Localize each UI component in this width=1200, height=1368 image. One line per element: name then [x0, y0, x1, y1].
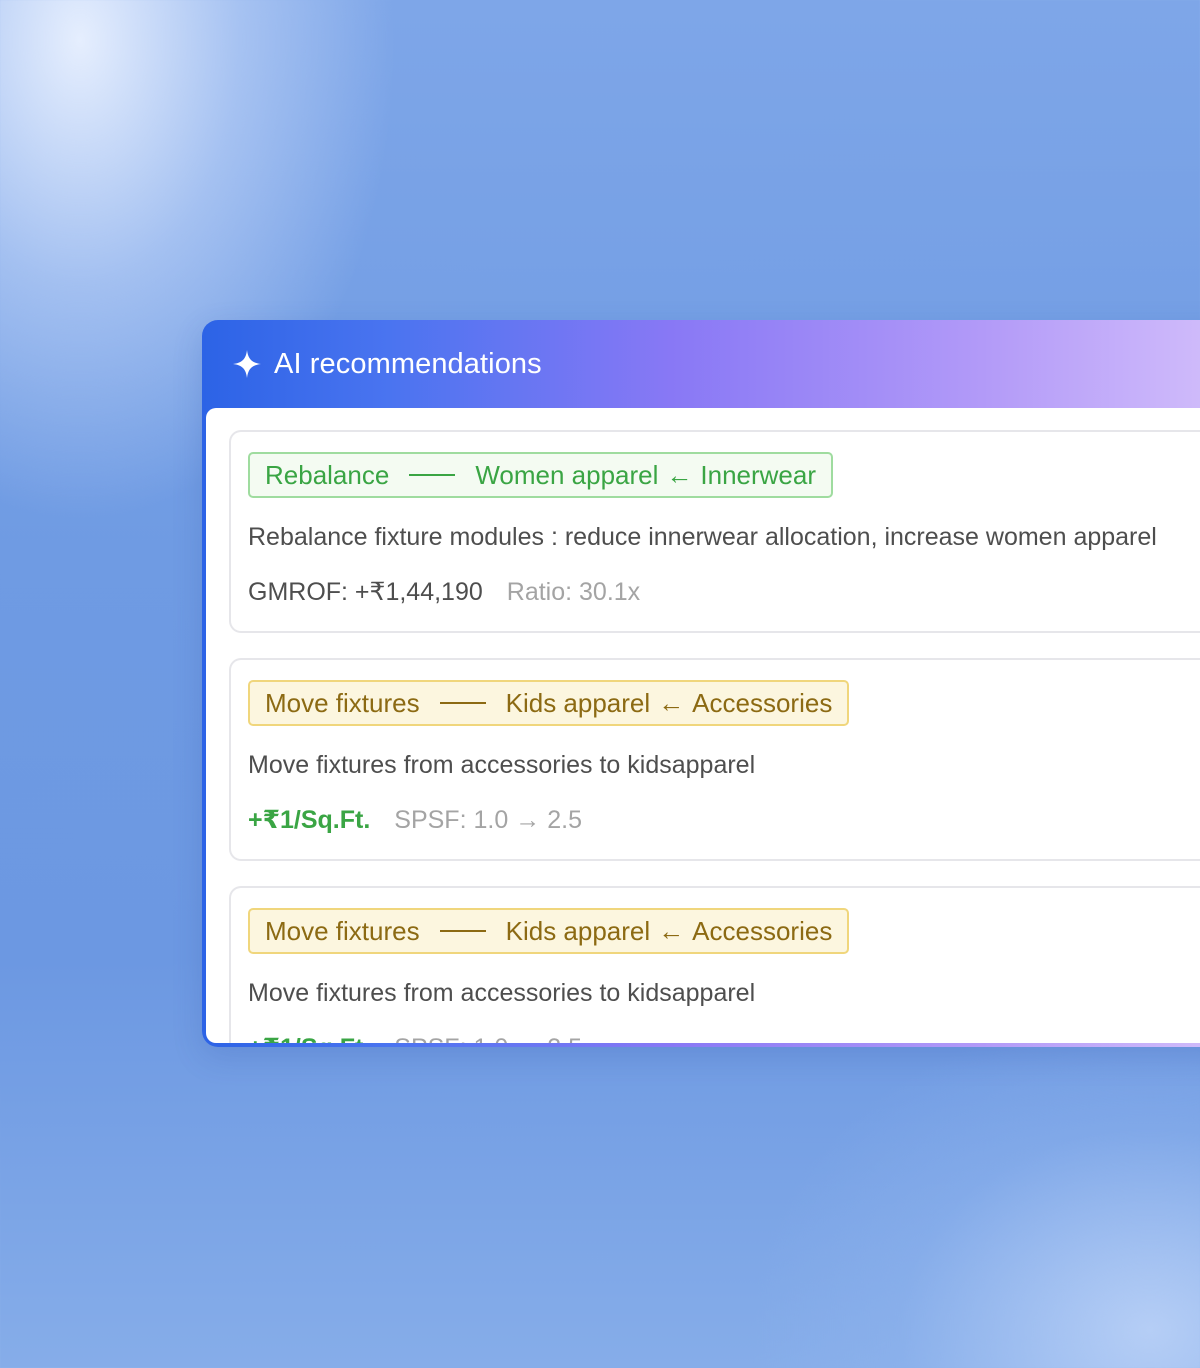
metric-spsf: SPSF: 1.0 → 2.5 [394, 1034, 582, 1043]
tag-action: Rebalance [265, 459, 390, 490]
metric-ratio: Ratio: 30.1x [506, 578, 641, 606]
tag-target: Kids apparel [505, 915, 651, 946]
recommendation-description: Rebalance fixture modules : reduce inner… [248, 523, 1157, 551]
tag-target: Kids apparel [505, 687, 651, 718]
arrow-right-icon: → [515, 1034, 540, 1043]
arrow-right-icon: → [515, 806, 541, 834]
sparkle-icon [233, 350, 261, 378]
recommendations-list[interactable]: Rebalance Women apparel ← Innerwear Reba… [206, 408, 1200, 1043]
arrow-left-icon: ← [658, 687, 685, 718]
recommendation-metrics: GMROF: +₹1,44,190 Ratio: 30.1x [248, 577, 640, 607]
metric-per-sqft: +₹1/Sq.Ft. [248, 1033, 370, 1043]
tag-action: Move fixtures [265, 687, 420, 718]
tag-divider [409, 474, 456, 476]
recommendation-card[interactable]: Move fixtures Kids apparel ← Accessories… [229, 658, 1200, 861]
recommendation-card[interactable]: Move fixtures Kids apparel ← Accessories… [229, 886, 1200, 1043]
recommendation-card[interactable]: Rebalance Women apparel ← Innerwear Reba… [229, 430, 1200, 633]
spsf-label: SPSF: 1.0 [394, 806, 509, 834]
panel-title: AI recommendations [274, 347, 542, 380]
ai-recommendations-panel: AI recommendations Rebalance Women appar… [202, 320, 1200, 1047]
recommendation-tag: Move fixtures Kids apparel ← Accessories [248, 908, 850, 954]
spsf-value: 2.5 [547, 1034, 582, 1043]
tag-source: Accessories [692, 687, 833, 718]
tag-divider [439, 930, 486, 932]
panel-header: AI recommendations [202, 320, 1200, 408]
tag-source: Innerwear [700, 459, 817, 490]
arrow-left-icon: ← [658, 915, 685, 946]
recommendation-description: Move fixtures from accessories to kidsap… [248, 979, 756, 1007]
arrow-left-icon: ← [666, 459, 693, 490]
recommendation-description: Move fixtures from accessories to kidsap… [248, 751, 756, 779]
metric-gmrof: GMROF: +₹1,44,190 [248, 578, 483, 606]
recommendation-metrics: +₹1/Sq.Ft. SPSF: 1.0 → 2.5 [248, 1033, 582, 1043]
metric-per-sqft: +₹1/Sq.Ft. [248, 806, 371, 834]
tag-divider [439, 702, 486, 704]
metric-spsf: SPSF: 1.0→2.5 [394, 806, 582, 835]
recommendation-tag: Move fixtures Kids apparel ← Accessories [248, 680, 850, 726]
tag-action: Move fixtures [265, 915, 420, 946]
spsf-value: 2.5 [547, 806, 582, 834]
recommendation-metrics: +₹1/Sq.Ft. SPSF: 1.0→2.5 [248, 805, 582, 835]
tag-source: Accessories [692, 915, 833, 946]
recommendation-tag: Rebalance Women apparel ← Innerwear [248, 452, 834, 498]
spsf-label: SPSF: 1.0 [394, 1034, 508, 1043]
tag-target: Women apparel [475, 459, 659, 490]
